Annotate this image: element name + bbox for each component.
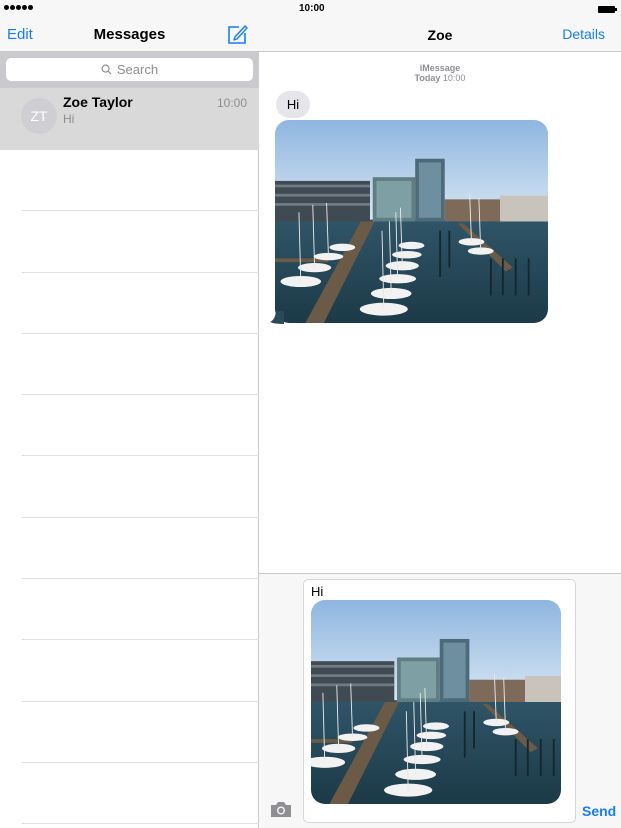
list-separator	[22, 579, 259, 641]
camera-icon[interactable]	[270, 800, 292, 818]
conversation-nav-bar: Zoe Details	[259, 20, 621, 52]
contact-name: Zoe Taylor	[63, 94, 133, 110]
thread-time: 10:00	[442, 73, 466, 83]
message-input[interactable]: Hi	[303, 579, 576, 823]
search-placeholder: Search	[116, 62, 159, 77]
list-separator	[22, 456, 259, 518]
signal-strength-icon	[4, 5, 33, 10]
list-separator	[22, 395, 259, 457]
messages-nav-bar: Edit Messages	[0, 20, 259, 52]
received-image-bubble[interactable]	[275, 120, 548, 323]
conversation-detail-pane: 10:00 Zoe Details iMessage Today 10:00 H…	[259, 0, 621, 828]
search-input[interactable]: Search	[6, 58, 253, 81]
messages-title: Messages	[93, 26, 166, 43]
status-bar-left	[0, 0, 259, 20]
status-time: 10:00	[299, 3, 325, 14]
battery-icon	[598, 6, 617, 13]
list-separator	[22, 518, 259, 580]
service-label: iMessage	[419, 63, 461, 73]
attached-image[interactable]	[311, 600, 561, 804]
empty-list-rows	[22, 150, 259, 825]
thread-header: iMessage Today 10:00	[259, 63, 621, 83]
compose-icon[interactable]	[226, 24, 248, 46]
list-separator	[22, 211, 259, 273]
list-separator	[22, 763, 259, 825]
avatar: ZT	[21, 98, 57, 134]
thread-day: Today	[414, 73, 441, 83]
composer-bar: Hi Send	[259, 573, 621, 828]
message-preview: Hi	[63, 112, 75, 126]
conversation-time: 10:00	[216, 96, 247, 110]
bubble-tail	[270, 311, 284, 324]
list-separator	[22, 150, 259, 212]
details-button[interactable]: Details	[562, 26, 605, 42]
send-button[interactable]: Send	[582, 803, 616, 819]
search-icon	[101, 64, 112, 75]
status-bar-right: 10:00	[259, 0, 621, 20]
list-separator	[22, 273, 259, 334]
list-separator	[22, 702, 259, 763]
list-separator	[22, 640, 259, 702]
message-input-text: Hi	[311, 584, 324, 599]
conversation-row[interactable]: ZT Zoe Taylor 10:00 Hi	[0, 88, 259, 150]
received-text-bubble[interactable]: Hi	[276, 91, 310, 118]
search-bar: Search	[0, 52, 259, 88]
conversation-list-pane: Edit Messages Search ZT Zoe Taylor 10:00…	[0, 0, 259, 828]
list-separator	[22, 334, 259, 396]
